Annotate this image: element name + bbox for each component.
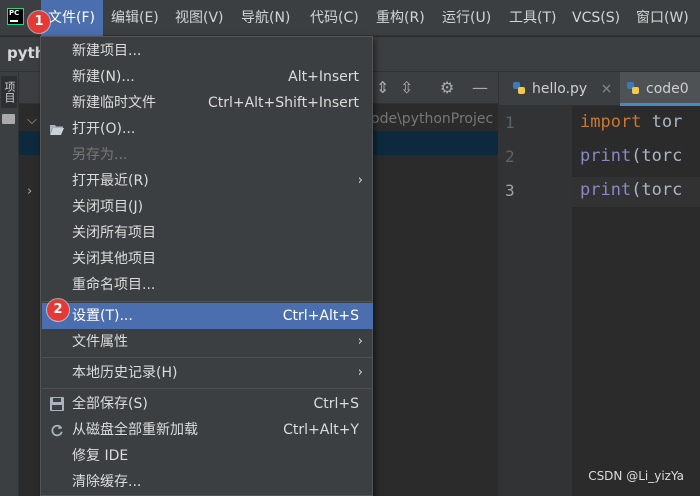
- menu-item-label: 设置(T)...: [72, 308, 133, 324]
- code-text: (torc: [631, 146, 683, 166]
- menu-separator: [42, 388, 373, 389]
- minimize-icon[interactable]: —: [472, 78, 488, 98]
- code-text: tor: [641, 112, 683, 132]
- menu-tools[interactable]: 工具(T): [509, 0, 556, 36]
- menu-run[interactable]: 运行(U): [442, 0, 491, 36]
- expand-all-icon[interactable]: ⇕: [376, 78, 389, 98]
- line-number: 1: [505, 113, 515, 132]
- menu-item-shortcut: Ctrl+Alt+S: [282, 308, 359, 324]
- menu-item-new-project[interactable]: 新建项目...: [42, 38, 373, 64]
- python-file-icon: [513, 82, 525, 94]
- menu-bar: PC 文件(F) 编辑(E) 视图(V) 导航(N) 代码(C) 重构(R) 运…: [0, 0, 700, 36]
- menu-item-label: 重命名项目...: [72, 277, 156, 293]
- menu-item-close-all-projects[interactable]: 关闭所有项目: [42, 220, 373, 246]
- project-path: ode\pythonProjec: [371, 111, 494, 127]
- menu-item-rename-project[interactable]: 重命名项目...: [42, 272, 373, 298]
- builtin: print: [580, 146, 632, 166]
- menu-file[interactable]: 文件(F): [41, 0, 103, 36]
- python-file-icon: [627, 82, 639, 94]
- gear-icon[interactable]: ⚙: [440, 78, 454, 98]
- menu-item-save-as: 另存为...: [42, 142, 373, 168]
- pycharm-logo-icon[interactable]: PC: [7, 8, 24, 25]
- menu-item-label: 全部保存(S): [72, 396, 148, 412]
- menu-view[interactable]: 视图(V): [175, 0, 224, 36]
- watermark: CSDN @Li_yizYa: [588, 469, 684, 483]
- keyword: import: [580, 112, 642, 132]
- menu-separator: [42, 357, 373, 358]
- menu-item-reload-all-from-disk[interactable]: 从磁盘全部重新加载 Ctrl+Alt+Y: [42, 417, 373, 443]
- menu-item-save-all[interactable]: 全部保存(S) Ctrl+S: [42, 391, 373, 417]
- tab-label: code0: [646, 81, 689, 97]
- menu-edit[interactable]: 编辑(E): [111, 0, 159, 36]
- file-menu-dropdown: 新建项目... 新建(N)... Alt+Insert 新建临时文件 Ctrl+Al…: [40, 36, 373, 496]
- tree-expand-chevron-icon[interactable]: ›: [27, 184, 32, 199]
- submenu-arrow-icon: ›: [357, 173, 363, 188]
- open-folder-icon: [50, 125, 64, 135]
- tree-collapse-chevron-icon[interactable]: ⌵: [27, 113, 37, 128]
- tab-hello-py[interactable]: hello.py ×: [508, 72, 620, 106]
- menu-item-label: 关闭其他项目: [72, 251, 156, 267]
- save-disk-icon: [50, 397, 64, 411]
- code-line-2: print(torc: [580, 146, 682, 166]
- tab-label: hello.py: [532, 81, 588, 97]
- menu-item-label: 新建(N)...: [72, 69, 135, 85]
- menu-item-repair-ide[interactable]: 修复 IDE: [42, 443, 373, 469]
- menu-item-label: 新建临时文件: [72, 95, 156, 111]
- code-text: (torc: [631, 180, 683, 200]
- menu-item-close-other-projects[interactable]: 关闭其他项目: [42, 246, 373, 272]
- code-line-3: print(torc: [580, 180, 682, 200]
- tab-code0[interactable]: code0: [620, 72, 700, 106]
- menu-separator: [42, 301, 373, 302]
- step-badge-2: 2: [47, 299, 69, 321]
- project-tool-window-button[interactable]: 项目: [1, 76, 17, 108]
- menu-item-shortcut: Alt+Insert: [288, 69, 359, 85]
- menu-item-label: 文件属性: [72, 334, 128, 350]
- collapse-all-icon[interactable]: ⇳: [400, 78, 413, 98]
- menu-item-label: 关闭项目(J): [72, 199, 144, 215]
- menu-item-new[interactable]: 新建(N)... Alt+Insert: [42, 64, 373, 90]
- menu-item-invalidate-caches[interactable]: 清除缓存...: [42, 469, 373, 495]
- menu-item-label: 修复 IDE: [72, 448, 129, 464]
- menu-item-label: 本地历史记录(H): [72, 365, 178, 381]
- menu-item-local-history[interactable]: 本地历史记录(H) ›: [42, 360, 373, 386]
- menu-item-open[interactable]: 打开(O)...: [42, 116, 373, 142]
- menu-item-shortcut: Ctrl+Alt+Shift+Insert: [207, 95, 359, 111]
- line-number: 3: [505, 181, 515, 200]
- menu-navigate[interactable]: 导航(N): [241, 0, 290, 36]
- menu-refactor[interactable]: 重构(R): [376, 0, 425, 36]
- refresh-icon: [51, 424, 63, 437]
- code-line-1: import tor: [580, 112, 682, 132]
- menu-item-shortcut: Ctrl+S: [313, 396, 359, 412]
- menu-item-label: 打开最近(R): [72, 173, 149, 189]
- menu-item-label: 打开(O)...: [72, 121, 136, 137]
- menu-item-settings[interactable]: 设置(T)... Ctrl+Alt+S: [42, 303, 373, 329]
- folder-icon[interactable]: [2, 114, 15, 124]
- menu-item-new-scratch-file[interactable]: 新建临时文件 Ctrl+Alt+Shift+Insert: [42, 90, 373, 116]
- menu-code[interactable]: 代码(C): [310, 0, 359, 36]
- left-tool-strip: 项目: [0, 72, 19, 496]
- menu-item-label: 关闭所有项目: [72, 225, 156, 241]
- menu-item-file-properties[interactable]: 文件属性 ›: [42, 329, 373, 355]
- menu-item-label: 另存为...: [72, 147, 128, 163]
- menu-item-close-project[interactable]: 关闭项目(J): [42, 194, 373, 220]
- builtin: print: [580, 180, 632, 200]
- menu-vcs[interactable]: VCS(S): [572, 0, 620, 36]
- step-badge-1: 1: [28, 11, 50, 33]
- submenu-arrow-icon: ›: [357, 334, 363, 349]
- menu-item-label: 从磁盘全部重新加载: [72, 422, 198, 438]
- menu-item-label: 新建项目...: [72, 43, 142, 59]
- menu-item-label: 清除缓存...: [72, 474, 142, 490]
- close-tab-icon[interactable]: ×: [601, 81, 613, 97]
- submenu-arrow-icon: ›: [357, 365, 363, 380]
- menu-window[interactable]: 窗口(W): [636, 0, 689, 36]
- menu-item-open-recent[interactable]: 打开最近(R) ›: [42, 168, 373, 194]
- menu-item-shortcut: Ctrl+Alt+Y: [283, 422, 359, 438]
- line-number: 2: [505, 147, 515, 166]
